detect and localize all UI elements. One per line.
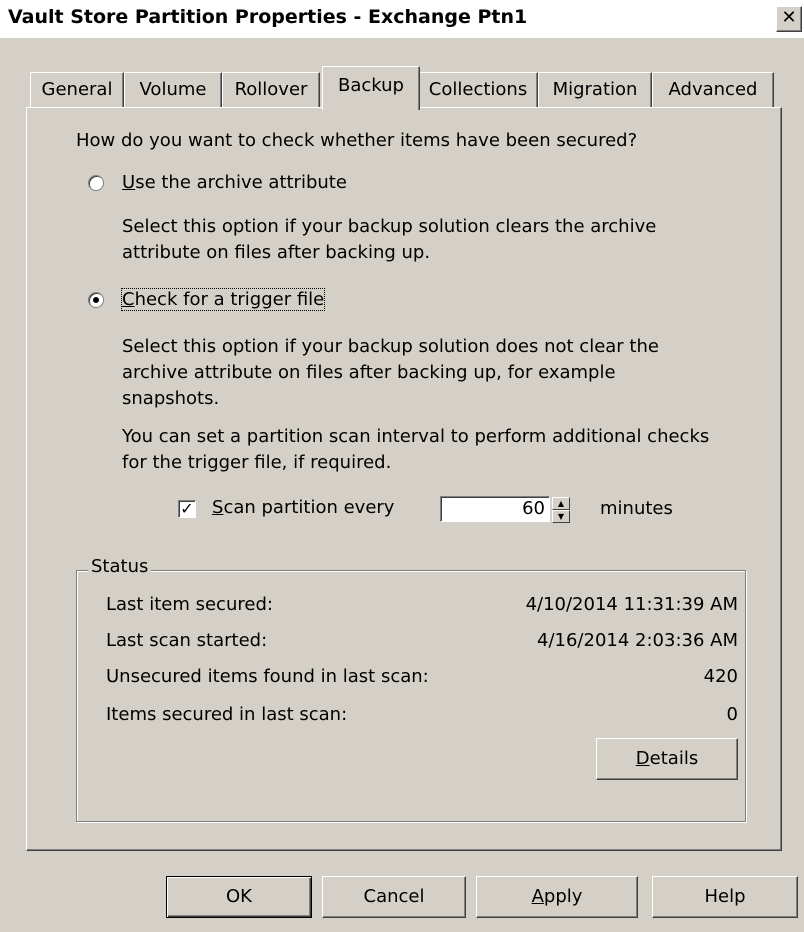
- close-icon: ✕: [781, 7, 797, 28]
- ok-button[interactable]: OK: [166, 876, 312, 918]
- spin-down-button[interactable]: ▼: [552, 510, 570, 523]
- tab-general[interactable]: General: [30, 72, 124, 108]
- status-row-value: 0: [726, 704, 738, 725]
- tab-collections[interactable]: Collections: [418, 72, 538, 108]
- spin-up-icon: ▲: [557, 499, 565, 508]
- tab-label: Rollover: [234, 79, 308, 100]
- scan-partition-checkbox[interactable]: ✓: [178, 500, 196, 518]
- tab-label: Migration: [552, 79, 638, 100]
- archive-desc-line1: Select this option if your backup soluti…: [122, 216, 657, 237]
- radio-archive-attribute[interactable]: [88, 175, 104, 191]
- checkmark-icon: ✓: [180, 499, 194, 518]
- archive-desc-line2: attribute on files after backing up.: [122, 242, 431, 263]
- status-row-value: 4/10/2014 11:31:39 AM: [525, 594, 738, 615]
- status-legend: Status: [88, 556, 152, 577]
- radio-trigger-label[interactable]: Check for a trigger file: [120, 288, 326, 311]
- spin-down-icon: ▼: [557, 512, 565, 521]
- trigger-desc-line3: snapshots.: [122, 388, 220, 409]
- radio-trigger-file[interactable]: [88, 292, 104, 308]
- title-bar: Vault Store Partition Properties - Excha…: [0, 0, 804, 39]
- scan-info-line2: for the trigger file, if required.: [122, 452, 392, 473]
- scan-info-line1: You can set a partition scan interval to…: [122, 426, 710, 447]
- tab-rollover[interactable]: Rollover: [222, 72, 320, 108]
- status-row-label: Items secured in last scan:: [106, 704, 348, 725]
- trigger-desc-line1: Select this option if your backup soluti…: [122, 336, 659, 357]
- tab-label: Advanced: [668, 79, 758, 100]
- tab-label: Volume: [139, 79, 207, 100]
- trigger-desc-line2: archive attribute on files after backing…: [122, 362, 616, 383]
- scan-partition-label[interactable]: Scan partition every: [212, 497, 394, 518]
- tab-label: Backup: [338, 75, 404, 96]
- help-button[interactable]: Help: [652, 876, 798, 918]
- apply-button[interactable]: Apply: [476, 876, 638, 918]
- status-row-label: Last item secured:: [106, 594, 273, 615]
- details-button[interactable]: Details: [596, 738, 738, 780]
- radio-selected-dot: [93, 297, 99, 303]
- spin-up-button[interactable]: ▲: [552, 497, 570, 510]
- status-row-label: Last scan started:: [106, 630, 268, 651]
- tab-volume[interactable]: Volume: [124, 72, 222, 108]
- status-row-value: 420: [703, 666, 738, 687]
- tab-migration[interactable]: Migration: [538, 72, 652, 108]
- cancel-button[interactable]: Cancel: [322, 876, 466, 918]
- tab-label: Collections: [428, 79, 528, 100]
- scan-interval-input[interactable]: 60: [440, 496, 550, 522]
- window-title: Vault Store Partition Properties - Excha…: [8, 6, 528, 28]
- status-row-label: Unsecured items found in last scan:: [106, 666, 429, 687]
- tab-backup[interactable]: Backup: [322, 66, 420, 110]
- backup-question: How do you want to check whether items h…: [76, 130, 638, 151]
- radio-archive-label[interactable]: Use the archive attribute: [122, 172, 347, 193]
- close-button[interactable]: ✕: [776, 6, 802, 32]
- scan-interval-unit: minutes: [600, 498, 673, 519]
- tab-label: General: [41, 79, 113, 100]
- tab-advanced[interactable]: Advanced: [652, 72, 774, 108]
- status-row-value: 4/16/2014 2:03:36 AM: [537, 630, 738, 651]
